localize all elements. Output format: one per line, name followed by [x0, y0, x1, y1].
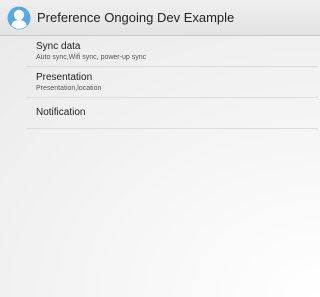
preference-summary: Auto sync,Wifi sync, power-up sync [36, 54, 147, 61]
preference-title: Presentation [36, 72, 93, 83]
preference-presentation[interactable]: Presentation Presentation,location [26, 67, 318, 98]
preference-sync-data[interactable]: Sync data Auto sync,Wifi sync, power-up … [26, 36, 318, 67]
preference-title: Sync data [36, 41, 81, 52]
preference-notification[interactable]: Notification [26, 98, 318, 129]
user-avatar-icon[interactable] [7, 6, 31, 30]
preference-title: Notification [36, 107, 86, 118]
preference-list: Sync data Auto sync,Wifi sync, power-up … [26, 36, 318, 129]
app-title: Preference Ongoing Dev Example [37, 10, 235, 25]
action-bar: Preference Ongoing Dev Example [0, 0, 320, 36]
preference-summary: Presentation,location [36, 85, 102, 92]
